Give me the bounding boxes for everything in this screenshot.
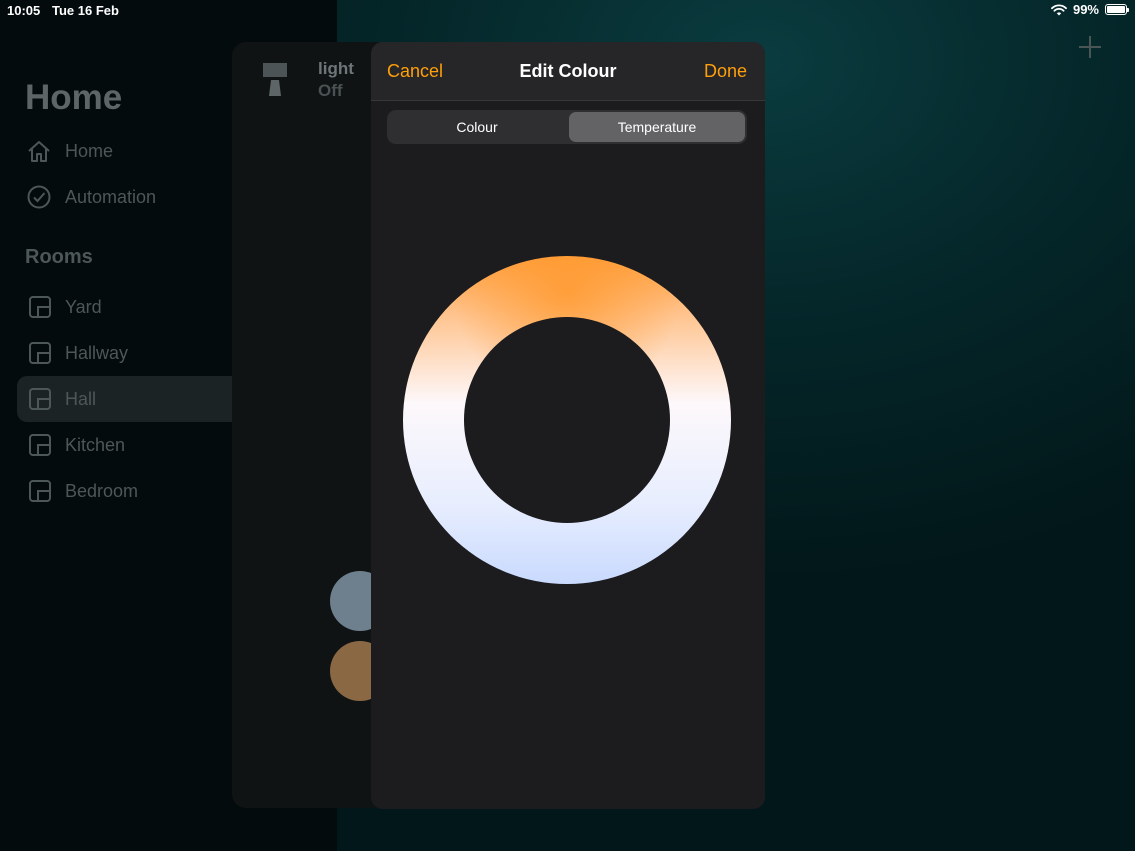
house-icon bbox=[28, 141, 50, 162]
sidebar-item-yard[interactable]: Yard bbox=[17, 284, 232, 330]
room-label: Bedroom bbox=[65, 480, 139, 501]
rooms-header: Rooms bbox=[25, 246, 93, 268]
room-icon bbox=[29, 480, 51, 502]
sheet-header: Cancel Edit Colour Done bbox=[371, 42, 765, 101]
tab-colour[interactable]: Colour bbox=[389, 112, 565, 142]
clock-check-icon bbox=[27, 185, 51, 209]
temperature-ring bbox=[403, 256, 731, 584]
temperature-wheel[interactable] bbox=[403, 256, 731, 584]
room-icon bbox=[29, 388, 51, 410]
lamp-icon bbox=[263, 63, 287, 96]
status-date: Tue 16 Feb bbox=[52, 3, 119, 18]
room-label: Yard bbox=[65, 296, 102, 317]
status-right: 99% bbox=[1051, 2, 1129, 17]
tab-temperature[interactable]: Temperature bbox=[569, 112, 745, 142]
room-label: Kitchen bbox=[65, 434, 126, 455]
sidebar-item-automation[interactable]: Automation bbox=[26, 184, 156, 210]
sidebar-item-home[interactable]: Home bbox=[26, 138, 113, 164]
sidebar-item-kitchen[interactable]: Kitchen bbox=[17, 422, 232, 468]
room-icon bbox=[29, 434, 51, 456]
status-bar: 10:05 Tue 16 Feb 99% bbox=[0, 0, 1135, 22]
accessory-state: Off bbox=[318, 81, 343, 100]
sidebar-title: Home bbox=[25, 78, 123, 117]
room-label: Hallway bbox=[65, 342, 129, 363]
room-label: Hall bbox=[65, 388, 97, 409]
battery-fill bbox=[1107, 6, 1125, 13]
edit-colour-sheet: Cancel Edit Colour Done Colour Temperatu… bbox=[371, 42, 765, 809]
sidebar-item-label: Home bbox=[65, 140, 114, 161]
sidebar-item-hall[interactable]: Hall bbox=[17, 376, 232, 422]
sidebar-item-bedroom[interactable]: Bedroom bbox=[17, 468, 232, 514]
accessory-name: light bbox=[318, 59, 354, 78]
battery-percent: 99% bbox=[1072, 2, 1099, 17]
battery-icon bbox=[1105, 4, 1129, 15]
room-icon bbox=[29, 342, 51, 364]
mode-segmented-control: Colour Temperature bbox=[387, 110, 747, 144]
sidebar-item-label: Automation bbox=[65, 186, 157, 207]
room-icon bbox=[29, 296, 51, 318]
status-time: 10:05 bbox=[7, 3, 41, 18]
sidebar-item-hallway[interactable]: Hallway bbox=[17, 330, 232, 376]
done-button[interactable]: Done bbox=[704, 61, 747, 82]
add-icon[interactable] bbox=[1077, 34, 1103, 60]
wifi-icon bbox=[1051, 3, 1067, 15]
